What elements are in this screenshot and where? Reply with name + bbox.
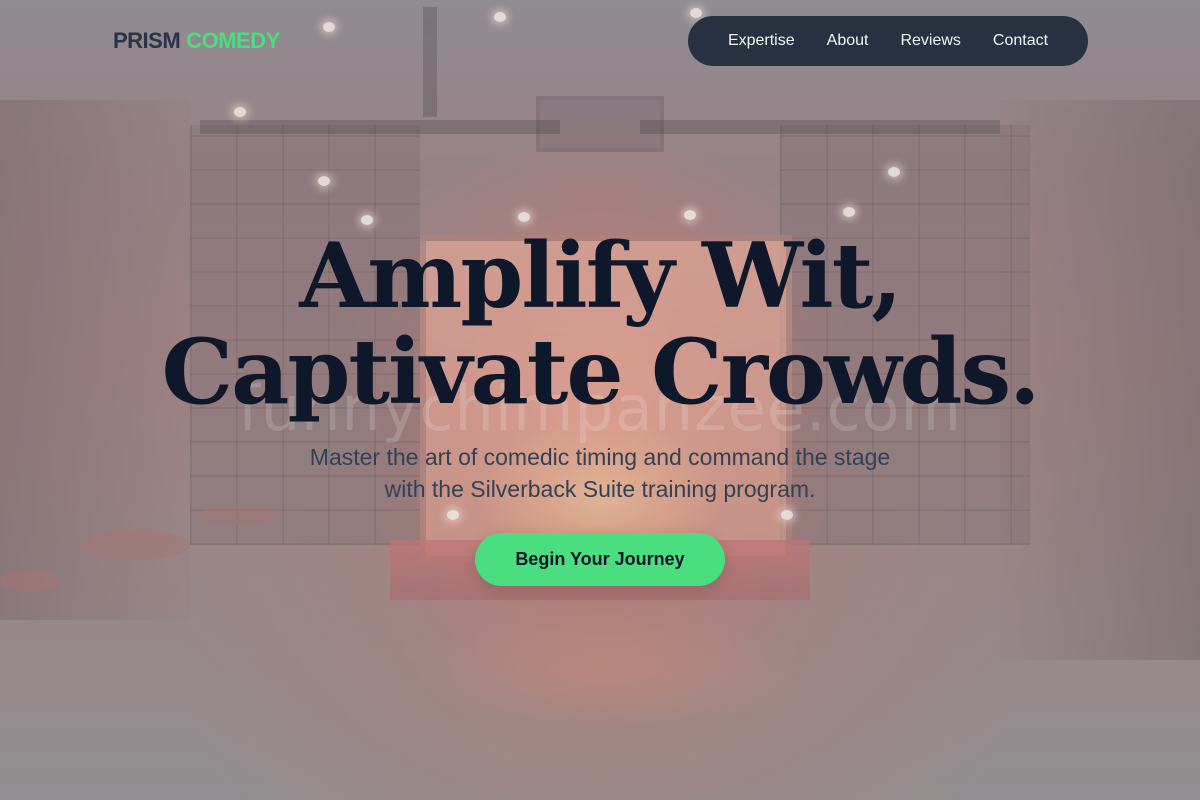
brand-word-accent: COMEDY <box>186 28 280 53</box>
hero-subtitle-line-1: Master the art of comedic timing and com… <box>309 444 891 470</box>
hero-subtitle: Master the art of comedic timing and com… <box>260 441 940 505</box>
hero-headline-line-1: Amplify Wit, <box>299 223 902 329</box>
brand-word-primary: PRISM <box>113 28 181 53</box>
nav-link-expertise[interactable]: Expertise <box>712 26 811 56</box>
hero-headline: Amplify Wit, Captivate Crowds. <box>0 228 1200 420</box>
begin-journey-button[interactable]: Begin Your Journey <box>475 533 725 586</box>
brand-logo[interactable]: PRISM COMEDY <box>113 28 280 54</box>
nav-link-about[interactable]: About <box>811 26 885 56</box>
hero-headline-line-2: Captivate Crowds. <box>161 319 1041 425</box>
main-navigation: Expertise About Reviews Contact <box>688 16 1088 66</box>
nav-link-contact[interactable]: Contact <box>977 26 1064 56</box>
hero-subtitle-line-2: with the Silverback Suite training progr… <box>384 476 816 502</box>
nav-link-reviews[interactable]: Reviews <box>884 26 976 56</box>
